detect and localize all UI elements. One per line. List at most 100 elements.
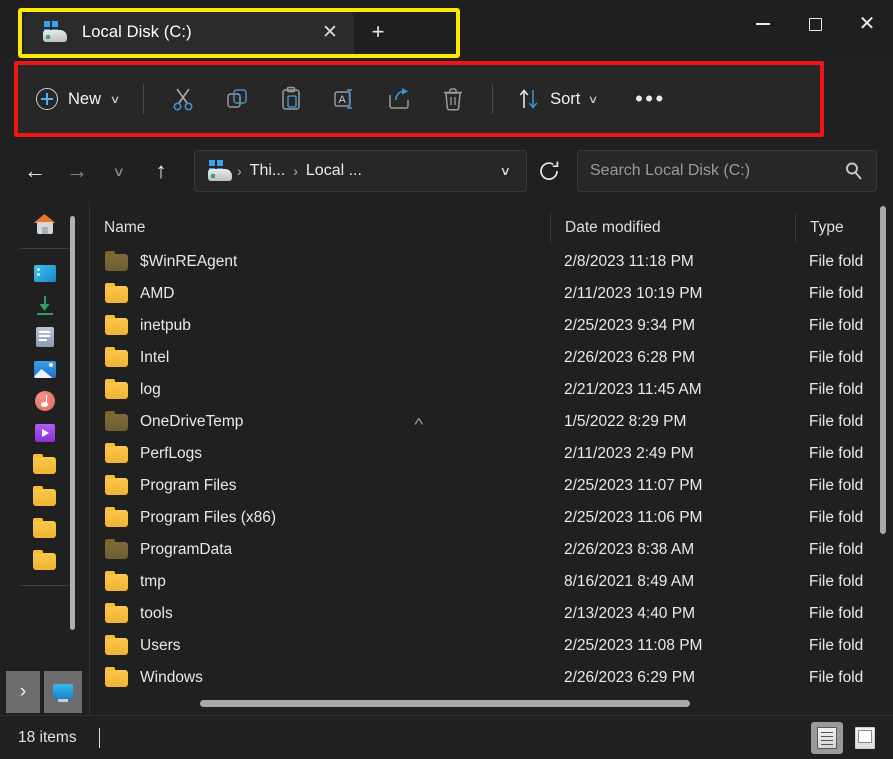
breadcrumb-item-local-disk[interactable]: Local ... — [298, 162, 370, 180]
toolbar-divider-2 — [492, 84, 494, 114]
file-name-label: Program Files — [140, 477, 237, 494]
table-row[interactable]: AMD 2/11/2023 10:19 PM File fold — [90, 278, 893, 310]
new-tab-button[interactable]: + — [354, 10, 402, 54]
refresh-button[interactable] — [527, 151, 571, 191]
recent-locations-button[interactable]: ∨ — [98, 151, 140, 191]
file-name-cell: tools — [90, 602, 550, 626]
file-explorer-window: Local Disk (C:) ✕ + ✕ New ∨ A Sort ∨ •••… — [0, 0, 893, 759]
table-row[interactable]: OneDriveTemp 1/5/2022 8:29 PM File fold — [90, 406, 893, 438]
navigation-pane-scrollbar[interactable] — [70, 216, 75, 647]
table-row[interactable]: tools 2/13/2023 4:40 PM File fold — [90, 598, 893, 630]
folder-icon — [104, 570, 130, 594]
type-cell: File fold — [809, 477, 864, 494]
file-name-label: ProgramData — [140, 541, 233, 558]
clipboard-paste-icon — [282, 86, 300, 110]
sidebar-item-folder-4[interactable] — [0, 545, 89, 577]
sidebar-item-home[interactable] — [0, 208, 89, 240]
breadcrumb[interactable]: › Thi... › Local ... ∨ — [194, 150, 527, 192]
file-list-pane: ˄ Name Date modified Type $WinREAgent 2/8… — [90, 202, 893, 715]
sidebar-item-downloads[interactable] — [0, 289, 89, 321]
maximize-button[interactable] — [789, 0, 841, 48]
file-name-cell: Intel — [90, 346, 550, 370]
table-row[interactable]: Program Files (x86) 2/25/2023 11:06 PM Fil… — [90, 502, 893, 534]
table-row[interactable]: tmp 8/16/2021 8:49 AM File fold — [90, 566, 893, 598]
pictures-icon — [32, 357, 58, 381]
sidebar-item-music[interactable] — [0, 385, 89, 417]
folder-icon — [104, 634, 130, 658]
file-list-horizontal-scrollbar[interactable] — [200, 700, 871, 707]
table-row[interactable]: Users 2/25/2023 11:08 PM File fold — [90, 630, 893, 662]
table-row[interactable]: Program Files 2/25/2023 11:07 PM File fold — [90, 470, 893, 502]
table-row[interactable]: inetpub 2/25/2023 9:34 PM File fold — [90, 310, 893, 342]
delete-button[interactable] — [426, 77, 480, 121]
search-box[interactable] — [577, 150, 877, 192]
copy-button[interactable] — [210, 77, 264, 121]
see-more-button[interactable]: ••• — [623, 77, 677, 121]
drive-icon — [207, 160, 233, 182]
date-modified-cell: 1/5/2022 8:29 PM — [564, 413, 687, 430]
large-icons-view-button[interactable] — [849, 722, 881, 754]
share-button[interactable] — [372, 77, 426, 121]
rename-icon: A — [334, 89, 353, 109]
file-list-horizontal-scrollbar-thumb[interactable] — [200, 700, 690, 707]
status-bar: 18 items — [0, 715, 893, 759]
date-modified-cell: 2/25/2023 9:34 PM — [564, 317, 695, 334]
expand-navigation-button[interactable]: › — [6, 671, 40, 713]
file-name-label: PerfLogs — [140, 445, 203, 462]
home-icon — [32, 212, 58, 236]
table-row[interactable]: $WinREAgent 2/8/2023 11:18 PM File fold — [90, 246, 893, 278]
ellipsis-icon: ••• — [635, 86, 666, 112]
folder-icon — [32, 517, 58, 541]
sidebar-item-folder-1[interactable] — [0, 449, 89, 481]
explorer-body: › ˄ Name Date modified Type $WinREAgent 2… — [0, 202, 893, 715]
forward-button[interactable]: → — [56, 151, 98, 191]
navigation-pane-footer: › — [0, 669, 89, 715]
table-row[interactable]: ProgramData 2/26/2023 8:38 AM File fold — [90, 534, 893, 566]
file-list-scrollbar[interactable] — [880, 206, 886, 681]
column-header-name[interactable]: Name — [90, 219, 550, 237]
sidebar-item-onedrive[interactable] — [0, 257, 89, 289]
navigation-pane-scrollbar-thumb[interactable] — [70, 216, 75, 630]
table-row[interactable]: PerfLogs 2/11/2023 2:49 PM File fold — [90, 438, 893, 470]
column-header-type[interactable]: Type — [795, 213, 893, 243]
paste-button[interactable] — [264, 77, 318, 121]
sidebar-item-this-pc[interactable] — [44, 671, 82, 713]
file-list-scrollbar-thumb[interactable] — [880, 206, 886, 534]
search-icon[interactable] — [844, 161, 864, 181]
sidebar-item-documents[interactable] — [0, 321, 89, 353]
search-input[interactable] — [590, 162, 844, 180]
table-row[interactable]: Intel 2/26/2023 6:28 PM File fold — [90, 342, 893, 374]
new-button[interactable]: New ∨ — [28, 78, 131, 120]
sort-button[interactable]: Sort ∨ — [507, 78, 607, 120]
date-modified-cell: 2/25/2023 11:08 PM — [564, 637, 703, 654]
sidebar-item-videos[interactable] — [0, 417, 89, 449]
tab-local-disk-c[interactable]: Local Disk (C:) ✕ — [24, 10, 354, 54]
sidebar-item-folder-3[interactable] — [0, 513, 89, 545]
close-icon[interactable]: ✕ — [312, 16, 348, 48]
up-button[interactable]: ↑ — [140, 151, 182, 191]
type-cell: File fold — [809, 637, 864, 654]
chevron-down-icon: ∨ — [112, 163, 126, 179]
sort-button-label: Sort — [550, 89, 581, 108]
sidebar-item-pictures[interactable] — [0, 353, 89, 385]
close-button[interactable]: ✕ — [841, 0, 893, 48]
tab-strip: Local Disk (C:) ✕ + — [24, 6, 402, 58]
sidebar-divider-2 — [20, 585, 69, 586]
cut-button[interactable] — [156, 77, 210, 121]
table-row[interactable]: log 2/21/2023 11:45 AM File fold — [90, 374, 893, 406]
sidebar-item-folder-2[interactable] — [0, 481, 89, 513]
column-header-date-modified[interactable]: Date modified — [550, 213, 795, 243]
details-view-button[interactable] — [811, 721, 843, 754]
forward-arrow-icon: → — [66, 158, 88, 183]
music-icon — [32, 389, 58, 413]
breadcrumb-item-this-pc[interactable]: Thi... — [242, 162, 294, 180]
minimize-button[interactable] — [737, 0, 789, 48]
details-view-icon — [817, 726, 837, 749]
folder-icon — [104, 250, 130, 274]
back-button[interactable]: ← — [14, 151, 56, 191]
rename-button[interactable]: A — [318, 77, 372, 121]
file-name-label: tmp — [140, 573, 166, 590]
table-row[interactable]: Windows 2/26/2023 6:29 PM File fold — [90, 662, 893, 694]
download-icon — [32, 293, 58, 317]
chevron-down-icon[interactable]: ∨ — [487, 164, 524, 178]
